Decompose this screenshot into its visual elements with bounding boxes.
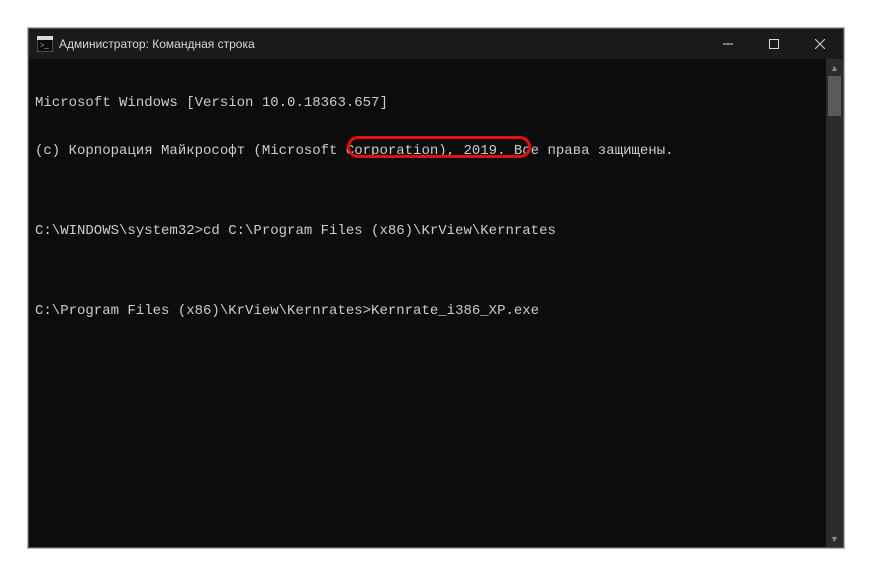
svg-text:>_: >_ [40, 41, 50, 50]
vertical-scrollbar[interactable]: ▲ ▼ [826, 59, 843, 547]
minimize-icon [723, 39, 733, 49]
cmd-icon: >_ [37, 36, 53, 52]
titlebar[interactable]: >_ Администратор: Командная строка [29, 29, 843, 59]
scroll-down-arrow-icon[interactable]: ▼ [826, 530, 843, 547]
window-title: Администратор: Командная строка [59, 37, 255, 51]
cmd-window: >_ Администратор: Командная строка Micro… [28, 28, 844, 548]
terminal-output[interactable]: Microsoft Windows [Version 10.0.18363.65… [29, 59, 826, 547]
terminal-line: Microsoft Windows [Version 10.0.18363.65… [35, 95, 820, 111]
maximize-button[interactable] [751, 29, 797, 59]
terminal-line: C:\WINDOWS\system32>cd C:\Program Files … [35, 223, 820, 239]
maximize-icon [769, 39, 779, 49]
scroll-up-arrow-icon[interactable]: ▲ [826, 59, 843, 76]
scrollbar-thumb[interactable] [828, 76, 841, 116]
terminal-line: C:\Program Files (x86)\KrView\Kernrates>… [35, 303, 820, 319]
close-button[interactable] [797, 29, 843, 59]
client-area: Microsoft Windows [Version 10.0.18363.65… [29, 59, 843, 547]
scrollbar-track[interactable] [826, 76, 843, 530]
terminal-line: (c) Корпорация Майкрософт (Microsoft Cor… [35, 143, 820, 159]
close-icon [815, 39, 825, 49]
minimize-button[interactable] [705, 29, 751, 59]
